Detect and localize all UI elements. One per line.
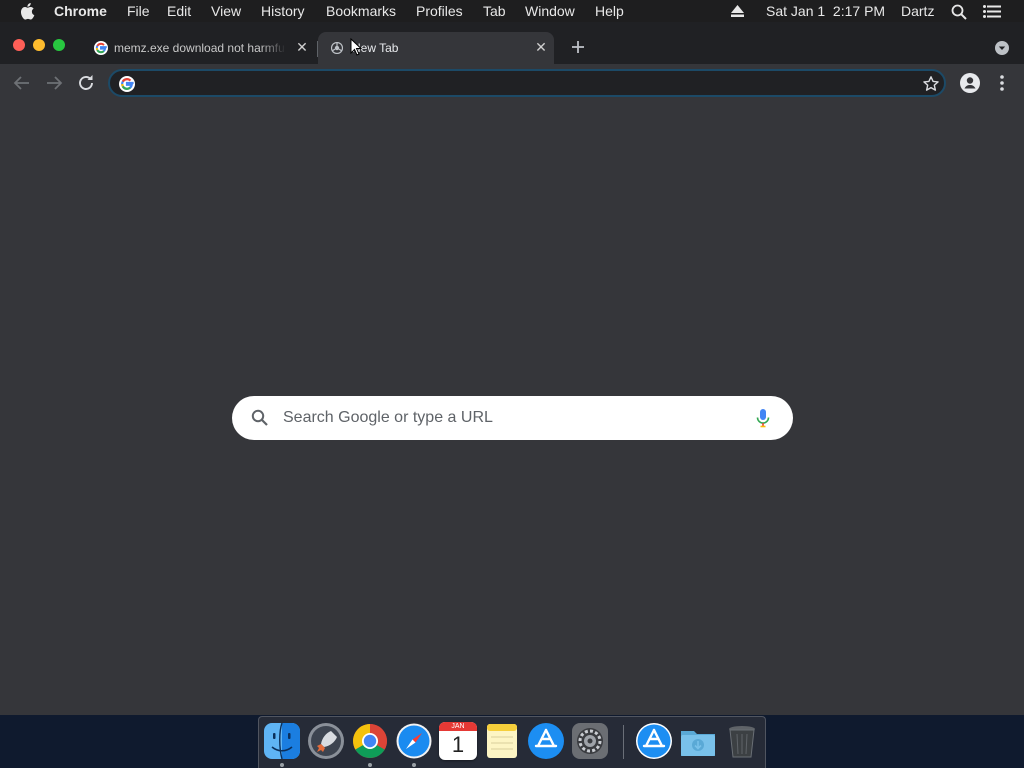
chrome-window: memz.exe download not harmful - Google S…	[0, 22, 1024, 715]
launchpad-icon[interactable]	[307, 722, 345, 760]
user-name[interactable]: Dartz	[901, 3, 934, 19]
app-store-icon[interactable]	[527, 722, 565, 760]
menu-window[interactable]: Window	[525, 3, 575, 19]
apple-icon[interactable]	[19, 2, 35, 20]
profile-avatar-icon[interactable]	[958, 71, 982, 95]
bookmark-star-icon[interactable]	[922, 75, 940, 93]
close-window-button[interactable]	[13, 39, 25, 51]
toolbar	[0, 64, 1024, 102]
google-icon	[119, 76, 135, 92]
tab-title: memz.exe download not harmful - Google S…	[114, 41, 286, 55]
notes-icon[interactable]	[483, 722, 521, 760]
google-icon	[94, 41, 108, 55]
running-indicator	[412, 763, 416, 767]
ntp-search-placeholder: Search Google or type a URL	[283, 409, 493, 426]
app-store-icon[interactable]	[635, 722, 673, 760]
reload-icon[interactable]	[74, 71, 98, 95]
more-vert-icon[interactable]	[990, 71, 1014, 95]
system-preferences-icon[interactable]	[571, 722, 609, 760]
calendar-icon[interactable]: JAN 1	[439, 722, 477, 760]
menu-help[interactable]: Help	[595, 3, 624, 19]
chrome-icon	[331, 42, 343, 54]
menu-profiles[interactable]: Profiles	[416, 3, 463, 19]
clock[interactable]: Sat Jan 1 2:17 PM	[766, 3, 885, 19]
running-indicator	[280, 763, 284, 767]
safari-icon[interactable]	[395, 722, 433, 760]
running-indicator	[368, 763, 372, 767]
trash-icon[interactable]	[723, 722, 761, 760]
downloads-folder-icon[interactable]	[679, 722, 717, 760]
mouse-cursor-icon	[350, 38, 362, 56]
close-tab-icon[interactable]: ✕	[294, 39, 310, 55]
forward-arrow-icon[interactable]	[42, 71, 66, 95]
menu-file[interactable]: File	[127, 3, 150, 19]
tab-search-icon[interactable]	[994, 40, 1010, 56]
address-bar[interactable]	[108, 69, 946, 97]
menu-app-name[interactable]: Chrome	[54, 3, 107, 19]
calendar-month: JAN	[439, 722, 477, 731]
new-tab-plus-icon[interactable]	[570, 39, 586, 55]
back-arrow-icon[interactable]	[10, 71, 34, 95]
tab-google-search[interactable]: memz.exe download not harmful - Google S…	[82, 32, 318, 64]
microphone-icon[interactable]	[754, 408, 772, 428]
tab-title: New Tab	[352, 41, 399, 55]
zoom-window-button[interactable]	[53, 39, 65, 51]
dock-separator	[623, 725, 624, 759]
chrome-icon[interactable]	[351, 722, 389, 760]
dock: JAN 1	[258, 716, 766, 768]
menu-view[interactable]: View	[211, 3, 241, 19]
notification-center-icon[interactable]	[983, 5, 1001, 18]
close-tab-icon[interactable]: ✕	[533, 39, 549, 55]
minimize-window-button[interactable]	[33, 39, 45, 51]
spotlight-search-icon[interactable]	[951, 4, 967, 20]
menu-history[interactable]: History	[261, 3, 305, 19]
search-icon	[251, 409, 268, 426]
tab-strip: memz.exe download not harmful - Google S…	[0, 22, 1024, 64]
ntp-search-box[interactable]: Search Google or type a URL	[232, 396, 793, 440]
menu-bar: Chrome File Edit View History Bookmarks …	[0, 0, 1024, 22]
menu-edit[interactable]: Edit	[167, 3, 191, 19]
menu-bookmarks[interactable]: Bookmarks	[326, 3, 396, 19]
address-input[interactable]	[142, 73, 912, 93]
eject-icon[interactable]	[731, 5, 744, 17]
menu-tab[interactable]: Tab	[483, 3, 506, 19]
calendar-day: 1	[451, 732, 465, 757]
finder-icon[interactable]	[263, 722, 301, 760]
